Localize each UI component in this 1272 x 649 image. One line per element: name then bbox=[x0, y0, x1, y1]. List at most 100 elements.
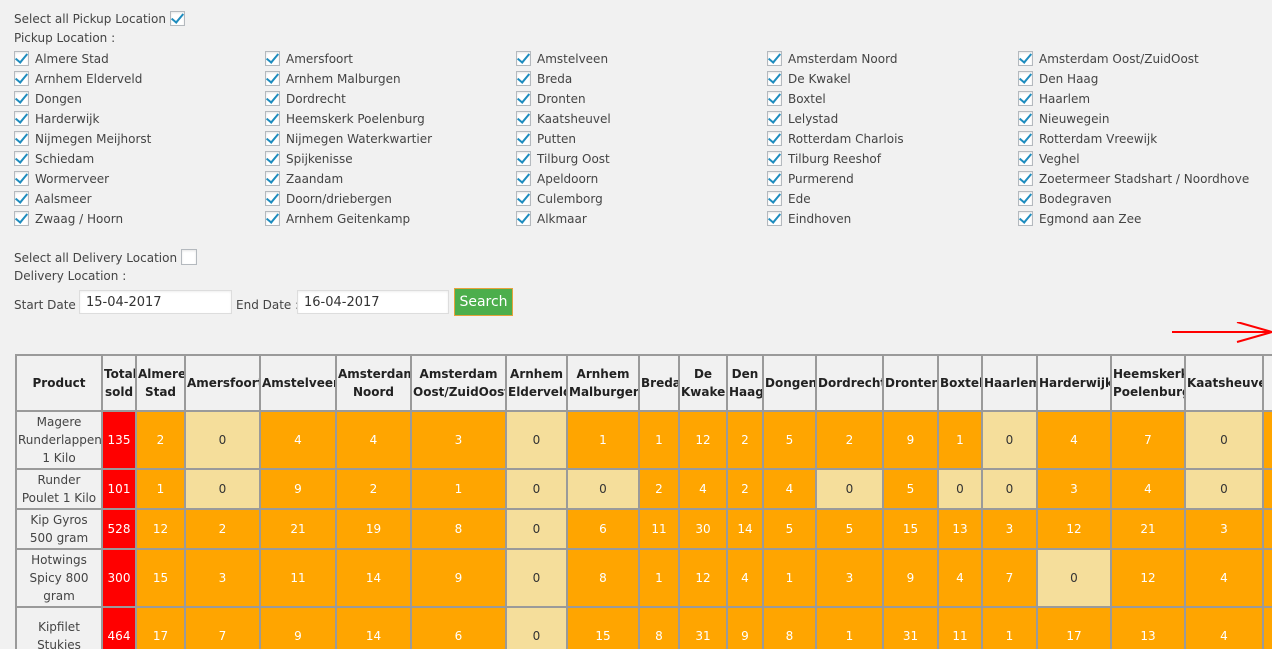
pickup-location-checkbox[interactable] bbox=[1018, 151, 1033, 166]
pickup-location-checkbox[interactable] bbox=[767, 191, 782, 206]
pickup-location-item[interactable]: Lelystad bbox=[767, 111, 1018, 131]
pickup-location-item[interactable]: Arnhem Malburgen bbox=[265, 71, 516, 91]
pickup-location-checkbox[interactable] bbox=[265, 91, 280, 106]
pickup-location-checkbox[interactable] bbox=[265, 151, 280, 166]
pickup-location-item[interactable]: Tilburg Reeshof bbox=[767, 151, 1018, 171]
pickup-location-item[interactable]: Amstelveen bbox=[516, 51, 767, 71]
select-all-delivery-checkbox[interactable] bbox=[180, 249, 197, 265]
start-date-input[interactable] bbox=[79, 290, 232, 314]
pickup-location-checkbox[interactable] bbox=[767, 211, 782, 226]
pickup-location-checkbox[interactable] bbox=[1018, 211, 1033, 226]
pickup-location-checkbox[interactable] bbox=[516, 151, 531, 166]
pickup-location-checkbox[interactable] bbox=[14, 191, 29, 206]
pickup-location-item[interactable]: Ede bbox=[767, 191, 1018, 211]
pickup-location-item[interactable]: Purmerend bbox=[767, 171, 1018, 191]
pickup-location-item[interactable]: Zoetermeer Stadshart / Noordhove bbox=[1018, 171, 1272, 191]
pickup-location-checkbox[interactable] bbox=[767, 131, 782, 146]
pickup-location-item[interactable]: Putten bbox=[516, 131, 767, 151]
pickup-location-item[interactable]: Dordrecht bbox=[265, 91, 516, 111]
pickup-location-checkbox[interactable] bbox=[265, 111, 280, 126]
pickup-location-checkbox[interactable] bbox=[516, 111, 531, 126]
pickup-location-item[interactable]: Spijkenisse bbox=[265, 151, 516, 171]
pickup-location-checkbox[interactable] bbox=[14, 91, 29, 106]
pickup-location-checkbox[interactable] bbox=[1018, 111, 1033, 126]
pickup-location-checkbox[interactable] bbox=[1018, 51, 1033, 66]
pickup-location-checkbox[interactable] bbox=[767, 71, 782, 86]
pickup-location-checkbox[interactable] bbox=[1018, 191, 1033, 206]
pickup-location-item[interactable]: Amsterdam Oost/ZuidOost bbox=[1018, 51, 1272, 71]
pickup-location-checkbox[interactable] bbox=[516, 51, 531, 66]
pickup-location-checkbox[interactable] bbox=[1018, 131, 1033, 146]
pickup-location-item[interactable]: Harderwijk bbox=[14, 111, 265, 131]
pickup-location-checkbox[interactable] bbox=[516, 91, 531, 106]
pickup-location-checkbox[interactable] bbox=[767, 91, 782, 106]
location-count-cell: 5 bbox=[815, 508, 884, 550]
pickup-location-item[interactable]: Nijmegen Waterkwartier bbox=[265, 131, 516, 151]
pickup-location-item[interactable]: Dronten bbox=[516, 91, 767, 111]
pickup-location-item[interactable]: Tilburg Oost bbox=[516, 151, 767, 171]
pickup-location-item[interactable]: Apeldoorn bbox=[516, 171, 767, 191]
pickup-location-item[interactable]: Heemskerk Poelenburg bbox=[265, 111, 516, 131]
pickup-location-item[interactable]: Arnhem Geitenkamp bbox=[265, 211, 516, 231]
pickup-location-item[interactable]: Wormerveer bbox=[14, 171, 265, 191]
pickup-location-checkbox[interactable] bbox=[767, 171, 782, 186]
pickup-location-item[interactable]: Egmond aan Zee bbox=[1018, 211, 1272, 231]
pickup-location-checkbox[interactable] bbox=[265, 191, 280, 206]
pickup-location-checkbox[interactable] bbox=[265, 211, 280, 226]
pickup-location-item[interactable]: Culemborg bbox=[516, 191, 767, 211]
pickup-location-item[interactable]: Arnhem Elderveld bbox=[14, 71, 265, 91]
pickup-location-checkbox[interactable] bbox=[14, 51, 29, 66]
pickup-location-checkbox[interactable] bbox=[265, 51, 280, 66]
pickup-location-item[interactable]: Kaatsheuvel bbox=[516, 111, 767, 131]
pickup-location-checkbox[interactable] bbox=[516, 211, 531, 226]
pickup-location-item[interactable]: Amsterdam Noord bbox=[767, 51, 1018, 71]
pickup-location-item[interactable]: Zwaag / Hoorn bbox=[14, 211, 265, 231]
pickup-location-checkbox[interactable] bbox=[265, 171, 280, 186]
pickup-location-checkbox[interactable] bbox=[14, 171, 29, 186]
pickup-location-checkbox[interactable] bbox=[265, 71, 280, 86]
pickup-location-item[interactable]: Almere Stad bbox=[14, 51, 265, 71]
pickup-location-item[interactable]: Rotterdam Vreewijk bbox=[1018, 131, 1272, 151]
pickup-location-checkbox[interactable] bbox=[767, 111, 782, 126]
search-button[interactable]: Search bbox=[454, 288, 513, 316]
pickup-location-checkbox[interactable] bbox=[1018, 91, 1033, 106]
pickup-location-item[interactable]: De Kwakel bbox=[767, 71, 1018, 91]
pickup-location-checkbox[interactable] bbox=[1018, 71, 1033, 86]
pickup-location-item[interactable]: Rotterdam Charlois bbox=[767, 131, 1018, 151]
pickup-location-checkbox[interactable] bbox=[767, 51, 782, 66]
pickup-location-item[interactable]: Aalsmeer bbox=[14, 191, 265, 211]
pickup-location-checkbox[interactable] bbox=[14, 71, 29, 86]
pickup-location-item[interactable]: Schiedam bbox=[14, 151, 265, 171]
pickup-location-item[interactable]: Zaandam bbox=[265, 171, 516, 191]
pickup-location-item[interactable]: Doorn/driebergen bbox=[265, 191, 516, 211]
pickup-location-item[interactable]: Nijmegen Meijhorst bbox=[14, 131, 265, 151]
pickup-location-checkbox[interactable] bbox=[1018, 171, 1033, 186]
pickup-location-item[interactable]: Haarlem bbox=[1018, 91, 1272, 111]
pickup-location-item[interactable]: Den Haag bbox=[1018, 71, 1272, 91]
pickup-location-item[interactable]: Boxtel bbox=[767, 91, 1018, 111]
column-header: Product bbox=[15, 354, 103, 412]
pickup-location-item[interactable]: Eindhoven bbox=[767, 211, 1018, 231]
select-all-delivery[interactable]: Select all Delivery Location bbox=[14, 249, 197, 265]
pickup-location-item[interactable]: Breda bbox=[516, 71, 767, 91]
pickup-location-item[interactable]: Bodegraven bbox=[1018, 191, 1272, 211]
pickup-location-item[interactable]: Alkmaar bbox=[516, 211, 767, 231]
end-date-input[interactable] bbox=[297, 290, 449, 314]
pickup-location-checkbox[interactable] bbox=[516, 191, 531, 206]
pickup-location-checkbox[interactable] bbox=[14, 131, 29, 146]
pickup-location-item[interactable]: Veghel bbox=[1018, 151, 1272, 171]
pickup-location-checkbox[interactable] bbox=[767, 151, 782, 166]
pickup-location-checkbox[interactable] bbox=[516, 131, 531, 146]
pickup-location-item[interactable]: Amersfoort bbox=[265, 51, 516, 71]
pickup-location-checkbox[interactable] bbox=[516, 71, 531, 86]
column-header: De Kwakel bbox=[678, 354, 728, 412]
pickup-location-checkbox[interactable] bbox=[14, 151, 29, 166]
select-all-pickup[interactable]: Select all Pickup Location bbox=[14, 11, 185, 26]
pickup-location-item[interactable]: Dongen bbox=[14, 91, 265, 111]
select-all-pickup-checkbox[interactable] bbox=[169, 11, 185, 26]
pickup-location-checkbox[interactable] bbox=[14, 111, 29, 126]
pickup-location-item[interactable]: Nieuwegein bbox=[1018, 111, 1272, 131]
pickup-location-checkbox[interactable] bbox=[516, 171, 531, 186]
pickup-location-checkbox[interactable] bbox=[14, 211, 29, 226]
pickup-location-checkbox[interactable] bbox=[265, 131, 280, 146]
